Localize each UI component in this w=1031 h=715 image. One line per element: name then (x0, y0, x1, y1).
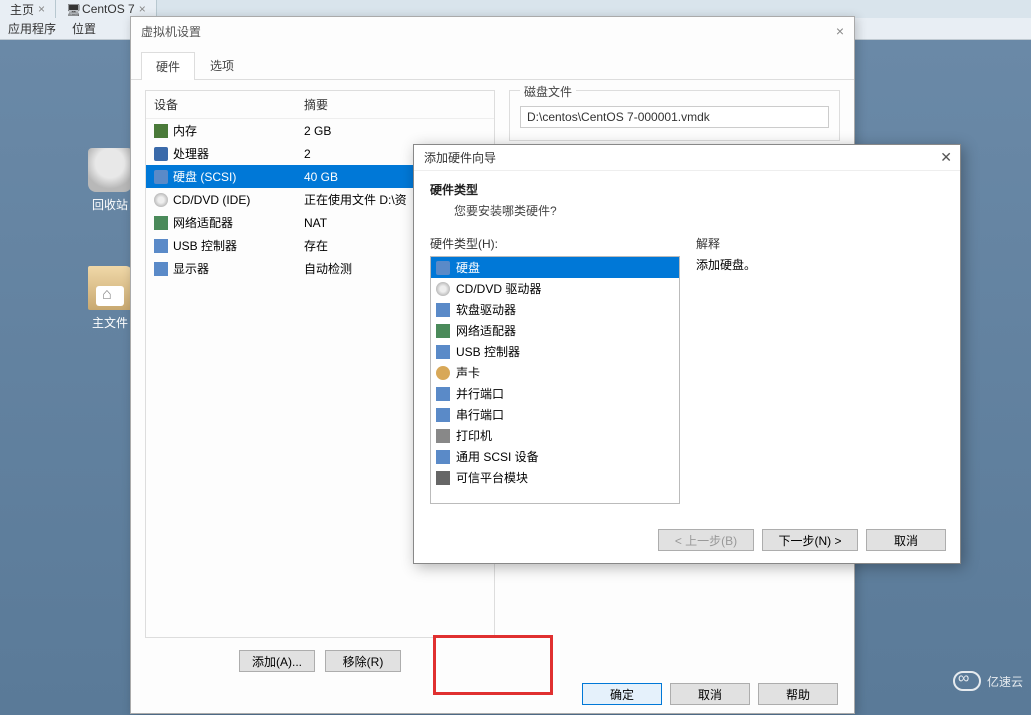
watermark-text: 亿速云 (987, 673, 1023, 690)
item-label: 并行端口 (456, 385, 504, 402)
device-summary: NAT (304, 216, 327, 230)
menu-location[interactable]: 位置 (72, 20, 96, 37)
parallel-icon (436, 387, 450, 401)
ok-button[interactable]: 确定 (582, 683, 662, 705)
device-name: 处理器 (173, 145, 209, 162)
disk-icon (154, 170, 168, 184)
device-summary: 自动检测 (304, 260, 352, 277)
folder-icon (88, 266, 132, 310)
hardware-type-item[interactable]: 通用 SCSI 设备 (431, 446, 679, 467)
usb-icon (436, 345, 450, 359)
item-label: 软盘驱动器 (456, 301, 516, 318)
hardware-type-item[interactable]: 串行端口 (431, 404, 679, 425)
close-icon[interactable]: × (38, 2, 45, 16)
device-name: 硬盘 (SCSI) (173, 168, 236, 185)
add-button[interactable]: 添加(A)... (239, 650, 315, 672)
net-icon (154, 216, 168, 230)
tab-home[interactable]: 主页 × (0, 0, 56, 18)
item-label: 串行端口 (456, 406, 504, 423)
trash-icon (88, 148, 132, 192)
add-hardware-wizard: 添加硬件向导 ✕ 硬件类型 您要安装哪类硬件? 硬件类型(H): 硬盘 CD/DV… (413, 144, 961, 564)
device-summary: 存在 (304, 237, 328, 254)
explain-text: 添加硬盘。 (696, 256, 944, 273)
device-summary: 正在使用文件 D:\资 (304, 191, 407, 208)
device-name: 显示器 (173, 260, 209, 277)
usb-icon (154, 239, 168, 253)
device-name: CD/DVD (IDE) (173, 193, 250, 207)
cd-icon (154, 193, 168, 207)
hardware-type-item[interactable]: 声卡 (431, 362, 679, 383)
disk-file-path[interactable]: D:\centos\CentOS 7-000001.vmdk (520, 106, 829, 128)
hardware-type-label: 硬件类型(H): (430, 235, 680, 252)
wizard-title: 添加硬件向导 (414, 145, 960, 171)
hardware-type-list[interactable]: 硬盘 CD/DVD 驱动器软盘驱动器网络适配器 USB 控制器声卡并行端口串行端口打… (430, 256, 680, 504)
watermark-icon (953, 671, 981, 691)
sound-icon (436, 366, 450, 380)
device-summary: 2 (304, 147, 311, 161)
close-icon[interactable]: × (139, 2, 146, 16)
cancel-button[interactable]: 取消 (866, 529, 946, 551)
disk-file-group: 磁盘文件 D:\centos\CentOS 7-000001.vmdk (509, 90, 840, 141)
serial-icon (436, 408, 450, 422)
help-button[interactable]: 帮助 (758, 683, 838, 705)
hardware-type-item[interactable]: USB 控制器 (431, 341, 679, 362)
scsi-icon (436, 450, 450, 464)
vm-icon: 🖥 (66, 3, 78, 15)
col-summary: 摘要 (304, 96, 328, 113)
close-icon[interactable]: × (836, 23, 844, 39)
remove-button[interactable]: 移除(R) (325, 650, 401, 672)
floppy-icon (436, 303, 450, 317)
tab-options[interactable]: 选项 (195, 51, 249, 79)
item-label: USB 控制器 (456, 343, 520, 360)
cd-icon (436, 282, 450, 296)
device-summary: 40 GB (304, 170, 338, 184)
hardware-type-item[interactable]: 网络适配器 (431, 320, 679, 341)
back-button: < 上一步(B) (658, 529, 754, 551)
item-label: 通用 SCSI 设备 (456, 448, 539, 465)
tpm-icon (436, 471, 450, 485)
tab-hardware[interactable]: 硬件 (141, 52, 195, 80)
close-icon[interactable]: ✕ (940, 149, 952, 166)
hardware-row[interactable]: 内存 2 GB (146, 119, 494, 142)
hardware-type-item[interactable]: 可信平台模块 (431, 467, 679, 488)
item-label: 网络适配器 (456, 322, 516, 339)
device-summary: 2 GB (304, 124, 331, 138)
cancel-button[interactable]: 取消 (670, 683, 750, 705)
col-device: 设备 (154, 96, 304, 113)
tab-label: CentOS 7 (82, 2, 135, 16)
watermark: 亿速云 (953, 671, 1023, 691)
net-icon (436, 324, 450, 338)
device-name: 内存 (173, 122, 197, 139)
menu-applications[interactable]: 应用程序 (8, 20, 56, 37)
device-name: USB 控制器 (173, 237, 237, 254)
wizard-header: 硬件类型 (430, 181, 944, 198)
item-label: 可信平台模块 (456, 469, 528, 486)
cpu-icon (154, 147, 168, 161)
hardware-type-item[interactable]: 软盘驱动器 (431, 299, 679, 320)
disk-file-label: 磁盘文件 (520, 83, 576, 100)
settings-tabs: 硬件 选项 (131, 51, 854, 80)
item-label: CD/DVD 驱动器 (456, 280, 541, 297)
dialog-title: 虚拟机设置 (131, 17, 854, 45)
item-label: 声卡 (456, 364, 480, 381)
item-label: 打印机 (456, 427, 492, 444)
device-name: 网络适配器 (173, 214, 233, 231)
wizard-subtitle: 您要安装哪类硬件? (430, 198, 944, 219)
hardware-type-item[interactable]: 打印机 (431, 425, 679, 446)
item-label: 硬盘 (456, 259, 480, 276)
memory-icon (154, 124, 168, 138)
printer-icon (436, 429, 450, 443)
hardware-type-item[interactable]: CD/DVD 驱动器 (431, 278, 679, 299)
display-icon (154, 262, 168, 276)
disk-icon (436, 261, 450, 275)
tab-label: 主页 (10, 1, 34, 18)
hardware-type-item[interactable]: 并行端口 (431, 383, 679, 404)
next-button[interactable]: 下一步(N) > (762, 529, 858, 551)
explain-label: 解释 (696, 235, 944, 252)
hardware-type-item[interactable]: 硬盘 (431, 257, 679, 278)
